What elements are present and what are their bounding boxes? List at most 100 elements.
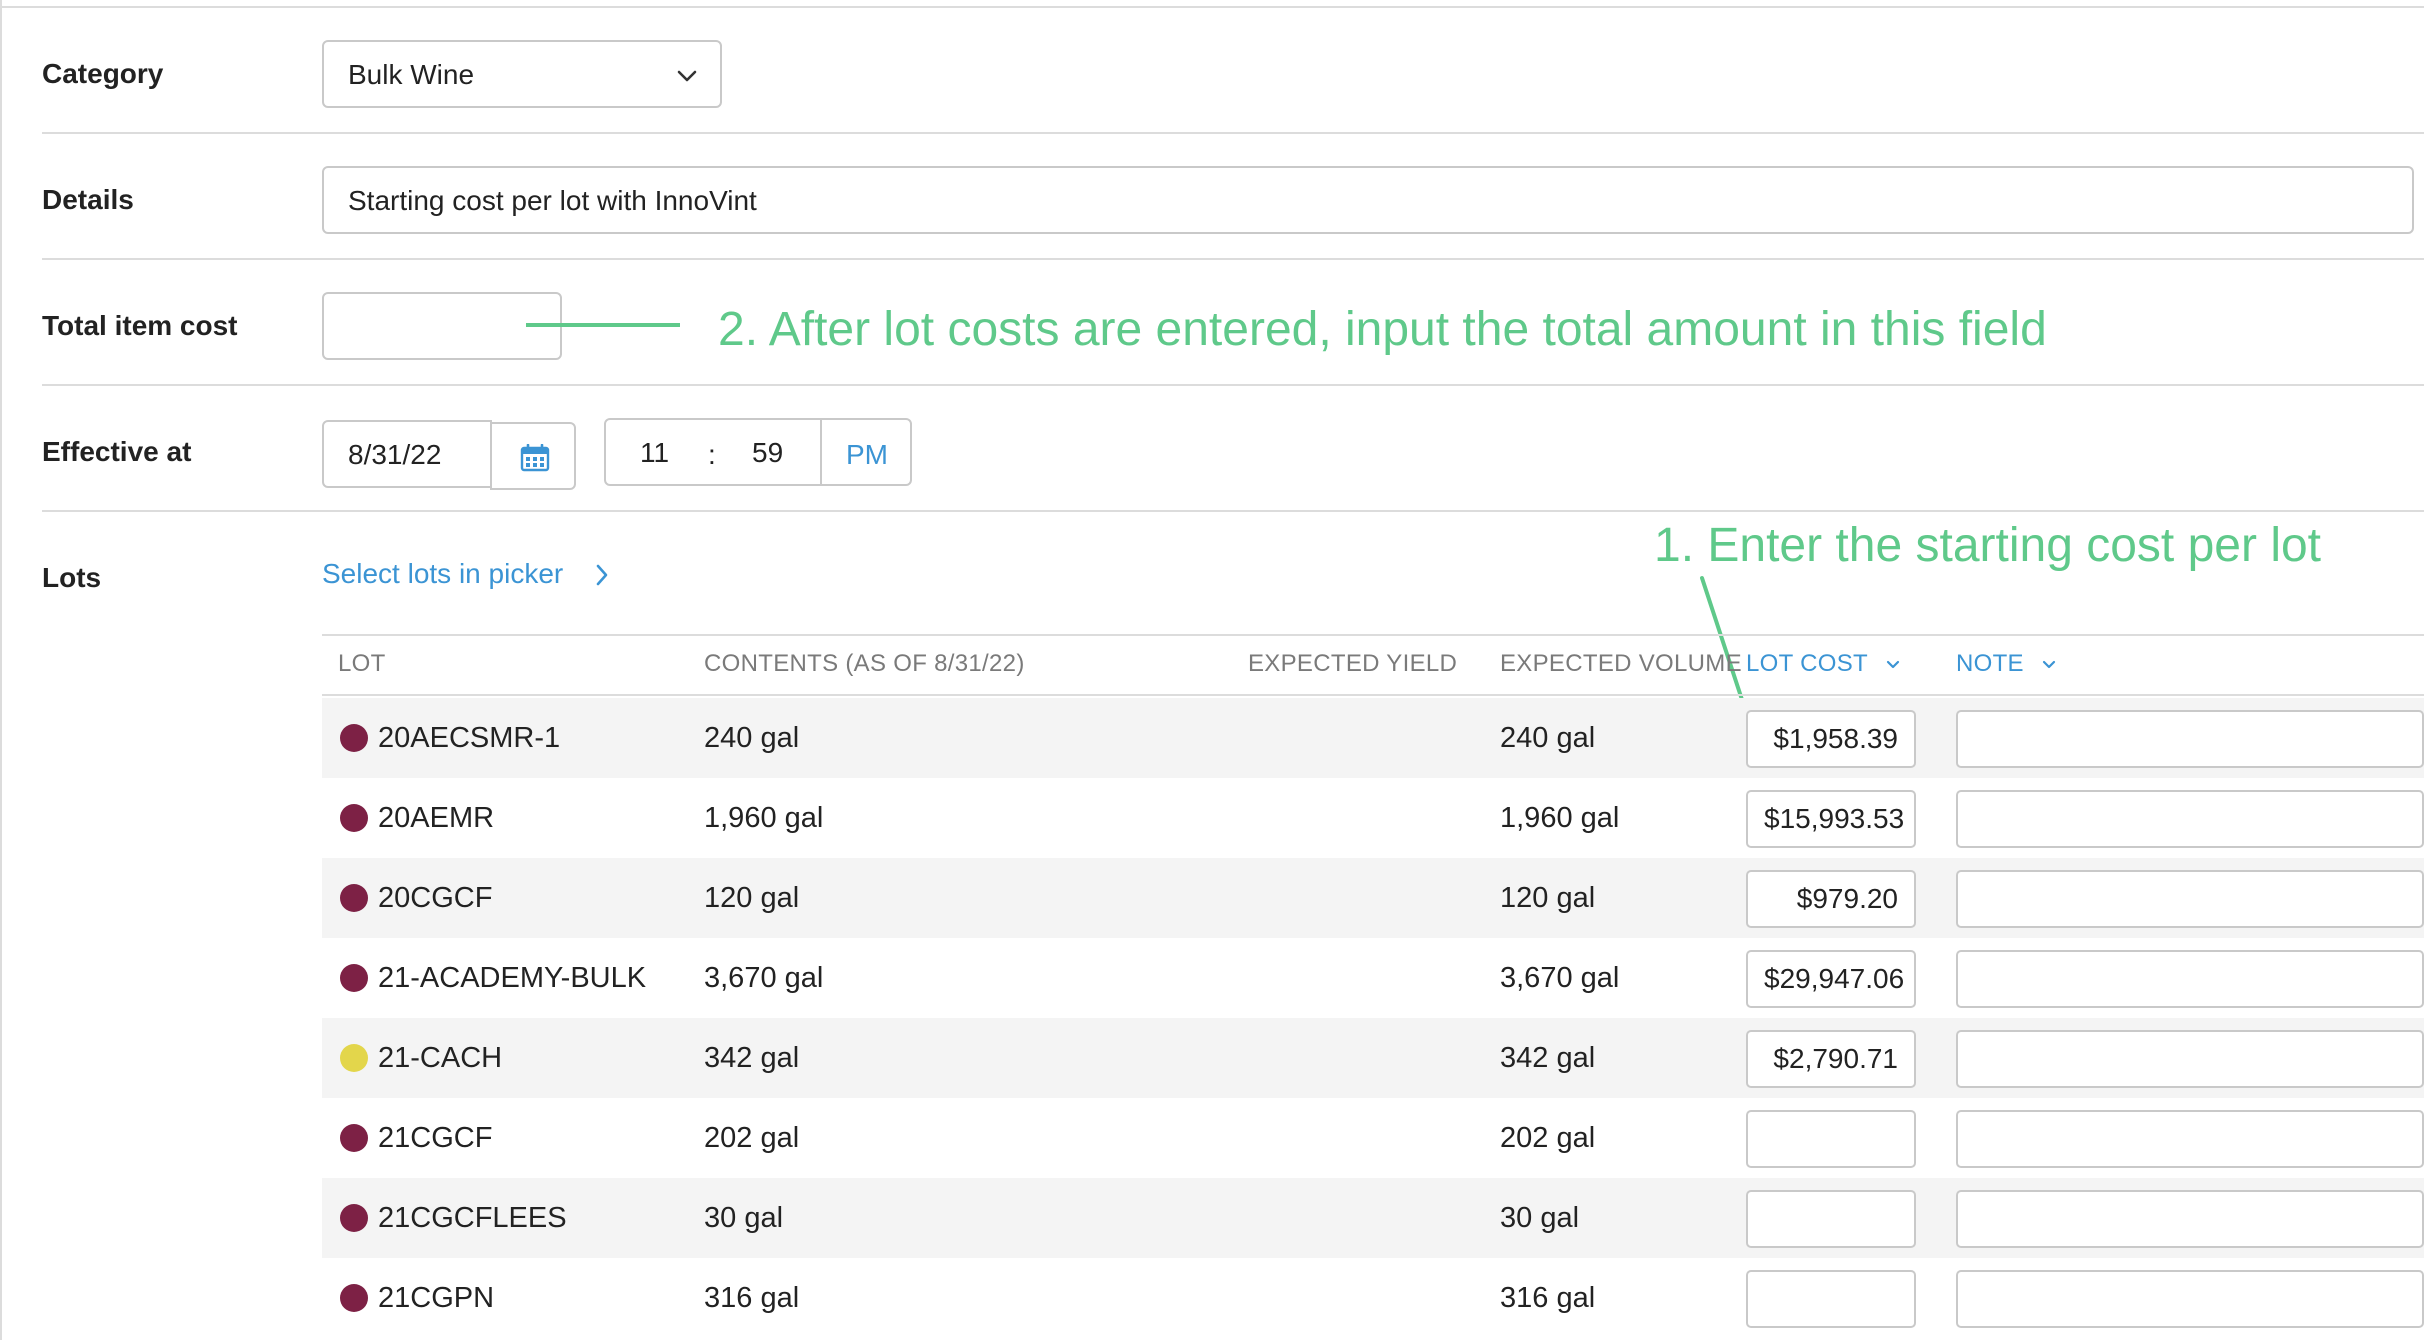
table-header-border	[322, 694, 2424, 696]
contents-cell: 342 gal	[704, 1042, 800, 1074]
lot-cost-input[interactable]	[1746, 1270, 1916, 1328]
expected-volume-cell: 240 gal	[1500, 722, 1596, 754]
chevron-down-icon	[2042, 660, 2055, 668]
expected-volume-cell: 30 gal	[1500, 1202, 1580, 1234]
left-border	[0, 0, 2, 1340]
note-input[interactable]	[1956, 950, 2424, 1008]
expected-volume-cell: 316 gal	[1500, 1282, 1596, 1314]
calendar-button[interactable]	[490, 422, 576, 490]
table-row: 21CGPN 316 gal 316 gal	[322, 1258, 2424, 1338]
select-lots-link-label: Select lots in picker	[322, 558, 564, 589]
chevron-down-icon	[677, 70, 697, 82]
lot-cost-value: $1,958.39	[1773, 723, 1898, 754]
note-input[interactable]	[1956, 710, 2424, 768]
top-divider	[0, 6, 2424, 8]
table-row: 20AECSMR-1 240 gal 240 gal $1,958.39	[322, 698, 2424, 778]
expected-volume-cell: 3,670 gal	[1500, 962, 1620, 994]
contents-cell: 240 gal	[704, 722, 800, 754]
date-input-value: 8/31/22	[348, 439, 442, 470]
date-input[interactable]: 8/31/22	[322, 420, 492, 488]
table-row: 20CGCF 120 gal 120 gal $979.20	[322, 858, 2424, 938]
details-input-value: Starting cost per lot with InnoVint	[348, 185, 757, 216]
annotation-step-2: 2. After lot costs are entered, input th…	[718, 303, 2047, 356]
column-header-contents: CONTENTS (AS OF 8/31/22)	[704, 650, 1025, 677]
minute-value[interactable]: 59	[752, 439, 783, 467]
table-row: 20AEMR 1,960 gal 1,960 gal $15,993.53	[322, 778, 2424, 858]
lot-cost-value: $2,790.71	[1773, 1043, 1898, 1074]
note-input[interactable]	[1956, 1270, 2424, 1328]
lot-color-dot	[340, 804, 368, 832]
table-top-border	[322, 634, 2424, 636]
expected-volume-cell: 202 gal	[1500, 1122, 1596, 1154]
contents-cell: 1,960 gal	[704, 802, 824, 834]
column-header-note[interactable]: NOTE	[1956, 652, 2057, 676]
divider	[42, 510, 2424, 512]
contents-cell: 3,670 gal	[704, 962, 824, 994]
total-item-cost-label: Total item cost	[42, 310, 238, 341]
table-row: 21CGCF 202 gal 202 gal	[322, 1098, 2424, 1178]
time-separator: :	[708, 439, 716, 470]
time-input[interactable]: 11 : 59	[604, 418, 822, 486]
category-select-value: Bulk Wine	[348, 59, 475, 90]
lot-code[interactable]: 20AECSMR-1	[378, 724, 560, 753]
meridiem-value: PM	[846, 439, 888, 470]
lot-cost-input[interactable]: $1,958.39	[1746, 710, 1916, 768]
lot-cost-input[interactable]: $29,947.06	[1746, 950, 1916, 1008]
lot-color-dot	[340, 1204, 368, 1232]
lot-cost-input[interactable]: $2,790.71	[1746, 1030, 1916, 1088]
lot-color-dot	[340, 1044, 368, 1072]
lot-cost-input[interactable]: $979.20	[1746, 870, 1916, 928]
lot-color-dot	[340, 1284, 368, 1312]
annotation-arrow-2	[526, 323, 680, 327]
lot-code[interactable]: 21-ACADEMY-BULK	[378, 964, 646, 993]
annotation-step-1: 1. Enter the starting cost per lot	[1654, 519, 2322, 572]
expected-volume-cell: 120 gal	[1500, 882, 1596, 914]
expected-volume-cell: 1,960 gal	[1500, 802, 1620, 834]
lots-label: Lots	[42, 562, 102, 593]
lot-code[interactable]: 21-CACH	[378, 1044, 502, 1073]
chevron-down-icon	[1886, 660, 1899, 668]
lot-code[interactable]: 21CGCF	[378, 1124, 492, 1153]
expected-volume-cell: 342 gal	[1500, 1042, 1596, 1074]
lot-code[interactable]: 20AEMR	[378, 804, 494, 833]
lot-cost-input[interactable]	[1746, 1110, 1916, 1168]
lot-cost-input[interactable]	[1746, 1190, 1916, 1248]
table-row: 21-ACADEMY-BULK 3,670 gal 3,670 gal $29,…	[322, 938, 2424, 1018]
note-input[interactable]	[1956, 870, 2424, 928]
divider	[42, 258, 2424, 260]
note-input[interactable]	[1956, 1030, 2424, 1088]
category-select[interactable]: Bulk Wine	[322, 40, 722, 108]
contents-cell: 30 gal	[704, 1202, 784, 1234]
details-input[interactable]: Starting cost per lot with InnoVint	[322, 166, 2414, 234]
lot-cost-value: $15,993.53	[1764, 803, 1905, 834]
lot-code[interactable]: 20CGCF	[378, 884, 492, 913]
category-label: Category	[42, 58, 164, 89]
divider	[42, 132, 2424, 134]
column-header-expected-yield: EXPECTED YIELD	[1248, 650, 1458, 677]
column-header-lot-cost[interactable]: LOT COST	[1746, 652, 1901, 676]
note-input[interactable]	[1956, 790, 2424, 848]
select-lots-link[interactable]: Select lots in picker	[322, 558, 608, 596]
meridiem-toggle[interactable]: PM	[820, 418, 912, 486]
lot-color-dot	[340, 1124, 368, 1152]
table-row: 21CGCFLEES 30 gal 30 gal	[322, 1178, 2424, 1258]
column-header-expected-volume: EXPECTED VOLUME	[1500, 650, 1742, 677]
calendar-icon	[520, 444, 550, 472]
lot-cost-value: $979.20	[1796, 883, 1898, 914]
note-input[interactable]	[1956, 1110, 2424, 1168]
lot-color-dot	[340, 724, 368, 752]
lot-code[interactable]: 21CGCFLEES	[378, 1204, 567, 1233]
contents-cell: 316 gal	[704, 1282, 800, 1314]
lot-cost-value: $29,947.06	[1764, 963, 1905, 994]
hour-value[interactable]: 11	[640, 439, 669, 467]
table-row: 21-CACH 342 gal 342 gal $2,790.71	[322, 1018, 2424, 1098]
divider	[42, 384, 2424, 386]
effective-at-label: Effective at	[42, 436, 192, 467]
note-input[interactable]	[1956, 1190, 2424, 1248]
lot-code[interactable]: 21CGPN	[378, 1284, 494, 1313]
lot-cost-input[interactable]: $15,993.53	[1746, 790, 1916, 848]
contents-cell: 120 gal	[704, 882, 800, 914]
details-label: Details	[42, 184, 134, 215]
chevron-right-icon	[596, 564, 608, 586]
column-header-lot: LOT	[338, 650, 386, 677]
